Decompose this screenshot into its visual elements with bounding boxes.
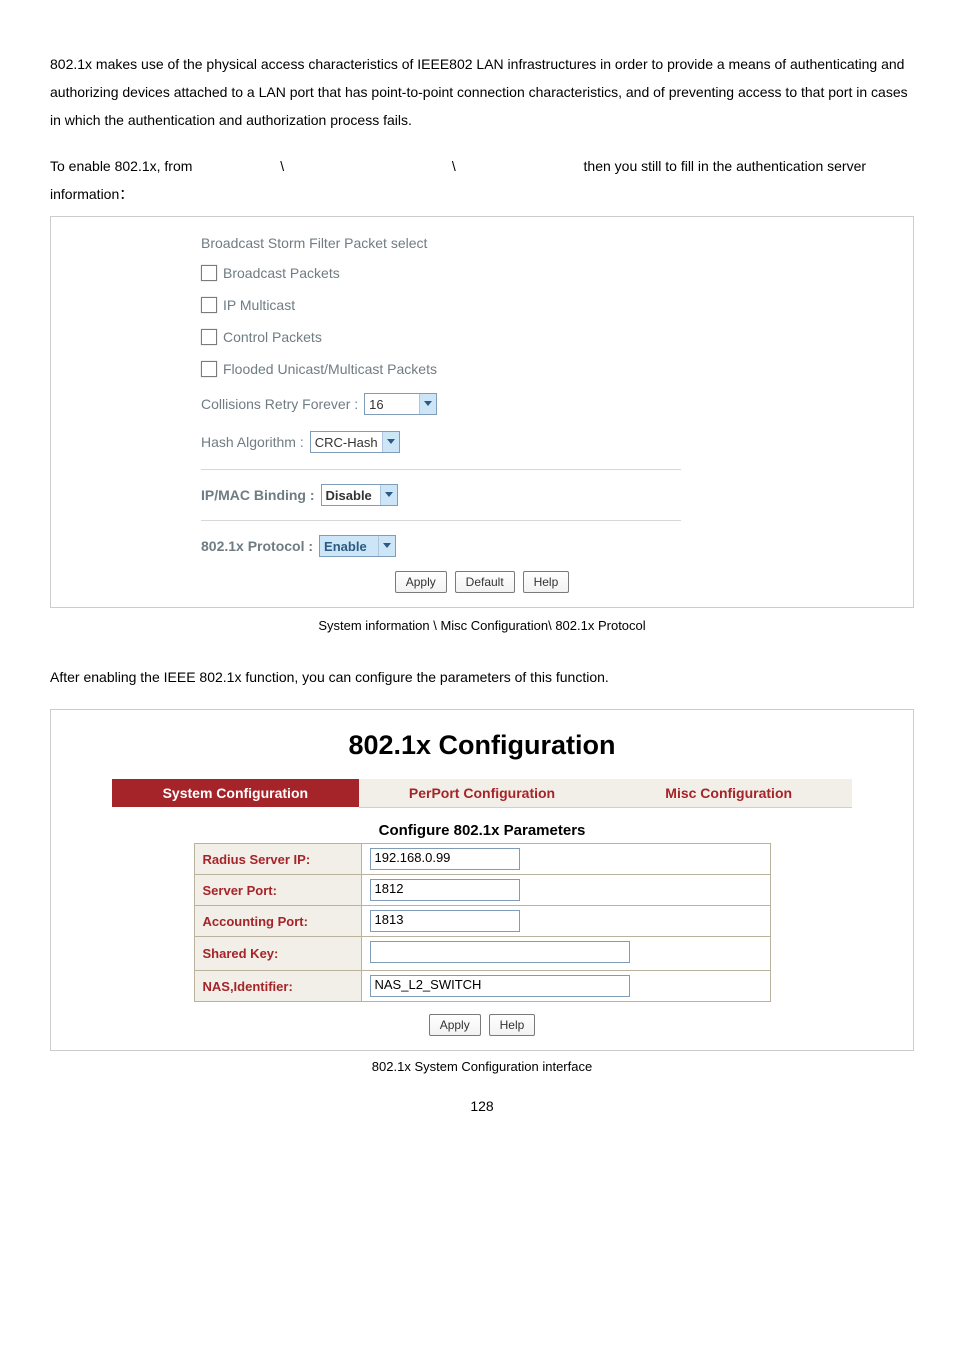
divider [201,469,681,470]
storm-filter-title: Broadcast Storm Filter Packet select [201,235,913,251]
tab-system-configuration[interactable]: System Configuration [112,779,359,807]
label-broadcast: Broadcast Packets [223,265,340,281]
apply-button[interactable]: Apply [395,571,447,593]
table-row: NAS,Identifier: NAS_L2_SWITCH [194,971,770,1002]
p2-sep2: \ [452,158,456,174]
checkbox-ip-multicast[interactable] [201,297,217,313]
dot1x-label: 802.1x Protocol : [201,538,313,554]
section-heading: Configure 802.1x Parameters [51,822,913,839]
collisions-value: 16 [369,397,415,412]
collisions-select[interactable]: 16 [364,393,437,415]
page-title: 802.1x Configuration [51,730,913,761]
input-shared-key[interactable] [370,941,630,963]
after-enabling-text: After enabling the IEEE 802.1x function,… [50,663,914,691]
tab-misc-configuration[interactable]: Misc Configuration [605,779,852,808]
dot1x-value: Enable [324,539,374,554]
misc-config-screenshot: Broadcast Storm Filter Packet select Bro… [50,216,914,608]
intro-paragraph-2: To enable 802.1x, from \ \ then you stil… [50,152,914,208]
chevron-down-icon [380,485,397,505]
hash-value: CRC-Hash [315,435,378,450]
divider [201,520,681,521]
help-button[interactable]: Help [489,1014,536,1036]
input-nas-identifier[interactable]: NAS_L2_SWITCH [370,975,630,997]
figure-caption-1: System information \ Misc Configuration\… [50,618,914,633]
collisions-label: Collisions Retry Forever : [201,396,358,412]
checkbox-broadcast[interactable] [201,265,217,281]
checkbox-flooded[interactable] [201,361,217,377]
table-row: Accounting Port: 1813 [194,906,770,937]
p2-sep1: \ [280,158,284,174]
help-button[interactable]: Help [523,571,570,593]
table-row: Radius Server IP: 192.168.0.99 [194,844,770,875]
label-flooded: Flooded Unicast/Multicast Packets [223,361,437,377]
input-radius-ip[interactable]: 192.168.0.99 [370,848,520,870]
default-button[interactable]: Default [455,571,515,593]
apply-button[interactable]: Apply [429,1014,481,1036]
label-radius-ip: Radius Server IP: [194,844,361,875]
chevron-down-icon [419,394,436,414]
input-accounting-port[interactable]: 1813 [370,910,520,932]
ipmac-select[interactable]: Disable [321,484,398,506]
table-row: Shared Key: [194,937,770,971]
page-number: 128 [50,1098,914,1114]
chevron-down-icon [378,536,395,556]
label-accounting-port: Accounting Port: [194,906,361,937]
figure-caption-2: 802.1x System Configuration interface [50,1059,914,1074]
intro-paragraph-1: 802.1x makes use of the physical access … [50,50,914,134]
label-ip-multicast: IP Multicast [223,297,295,313]
ipmac-label: IP/MAC Binding : [201,487,315,503]
hash-label: Hash Algorithm : [201,434,304,450]
hash-select[interactable]: CRC-Hash [310,431,400,453]
tab-bar: System Configuration PerPort Configurati… [112,779,852,808]
parameters-table: Radius Server IP: 192.168.0.99 Server Po… [194,843,771,1002]
p2-a: To enable 802.1x, from [50,158,196,174]
table-row: Server Port: 1812 [194,875,770,906]
dot1x-select[interactable]: Enable [319,535,396,557]
label-control-packets: Control Packets [223,329,322,345]
dot1x-config-screenshot: 802.1x Configuration System Configuratio… [50,709,914,1051]
chevron-down-icon [382,432,399,452]
label-nas-identifier: NAS,Identifier: [194,971,361,1002]
tab-perport-configuration[interactable]: PerPort Configuration [359,779,606,808]
input-server-port[interactable]: 1812 [370,879,520,901]
label-shared-key: Shared Key: [194,937,361,971]
checkbox-control-packets[interactable] [201,329,217,345]
ipmac-value: Disable [326,488,376,503]
label-server-port: Server Port: [194,875,361,906]
